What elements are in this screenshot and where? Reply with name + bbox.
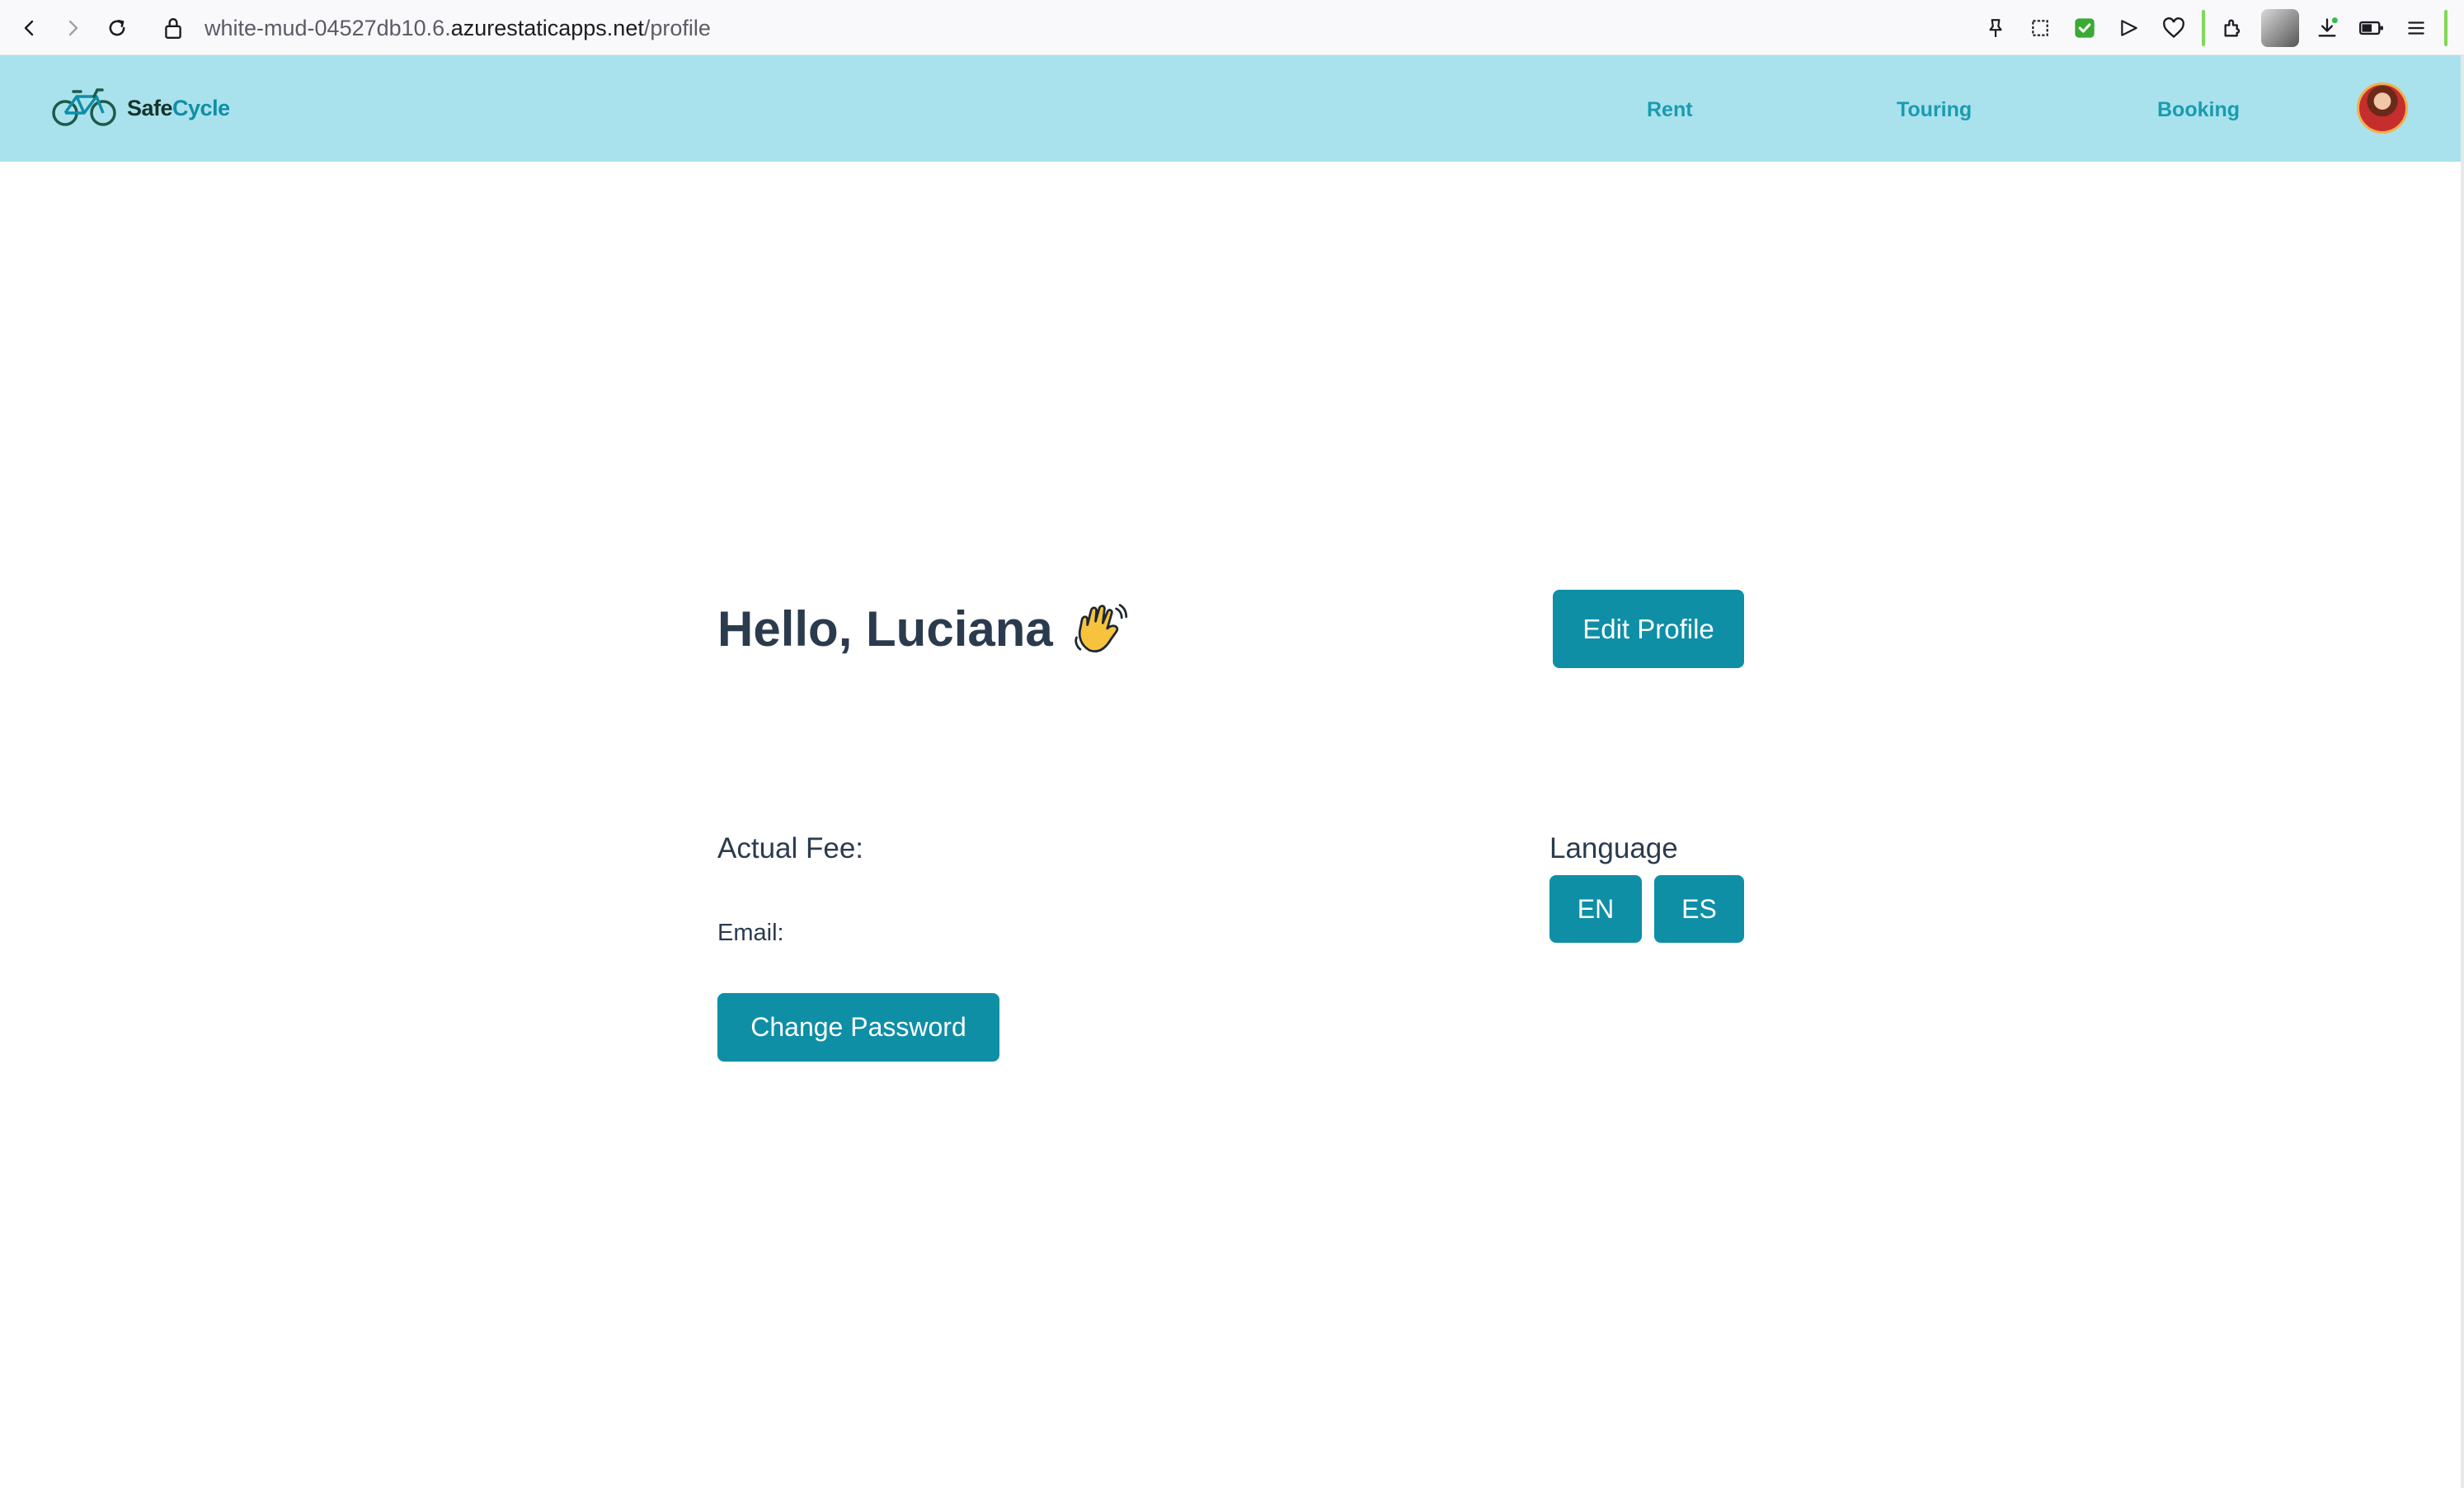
brand-name: SafeCycle (127, 96, 230, 121)
nav-rent[interactable]: Rent (1647, 95, 1693, 125)
language-es-button[interactable]: ES (1654, 875, 1744, 943)
shield-check-icon[interactable] (2068, 12, 2101, 45)
avatar[interactable] (2357, 82, 2408, 134)
lock-icon[interactable] (157, 12, 190, 45)
toolbar-separator (2202, 10, 2205, 46)
heart-icon[interactable] (2157, 12, 2190, 45)
language-en-button[interactable]: EN (1549, 875, 1642, 943)
page-scrollbar[interactable] (2461, 55, 2464, 1488)
change-password-button[interactable]: Change Password (717, 993, 999, 1062)
nav-touring[interactable]: Touring (1897, 95, 1972, 125)
brand-name-part1: Safe (127, 95, 173, 120)
greeting-text: Hello, Luciana (717, 600, 1053, 657)
url-path: /profile (643, 16, 711, 40)
send-icon[interactable] (2113, 12, 2146, 45)
browser-toolbar: white-mud-04527db10.6.azurestaticapps.ne… (0, 0, 2464, 55)
extensions-icon[interactable] (2217, 12, 2250, 45)
download-icon[interactable] (2311, 12, 2344, 45)
url-prefix: white-mud-04527db10.6. (205, 16, 451, 40)
screenshot-icon[interactable] (2024, 12, 2057, 45)
app-header: SafeCycle Rent Touring Booking (0, 55, 2464, 162)
pin-icon[interactable] (1979, 12, 2012, 45)
brand-name-part2: Cycle (172, 95, 230, 120)
email-label: Email: (717, 920, 784, 946)
language-label: Language (1549, 832, 1678, 864)
actual-fee-label: Actual Fee: (717, 832, 864, 864)
reload-icon[interactable] (99, 10, 135, 46)
greeting-heading: Hello, Luciana (717, 596, 1129, 662)
battery-icon[interactable] (2355, 12, 2388, 45)
toolbar-separator-right (2444, 10, 2448, 46)
bicycle-icon (51, 85, 117, 132)
extension-toolbar (1979, 7, 2448, 49)
forward-icon[interactable] (54, 10, 91, 46)
url-domain: azurestaticapps.net (450, 16, 644, 40)
profile-icon[interactable] (2261, 9, 2299, 47)
nav-booking[interactable]: Booking (2157, 95, 2240, 125)
brand-logo[interactable]: SafeCycle (51, 83, 230, 133)
waving-hand-icon (1071, 600, 1129, 657)
back-icon[interactable] (12, 10, 48, 46)
edit-profile-button[interactable]: Edit Profile (1553, 590, 1744, 668)
url-bar[interactable]: white-mud-04527db10.6.azurestaticapps.ne… (205, 10, 711, 46)
menu-icon[interactable] (2400, 12, 2433, 45)
